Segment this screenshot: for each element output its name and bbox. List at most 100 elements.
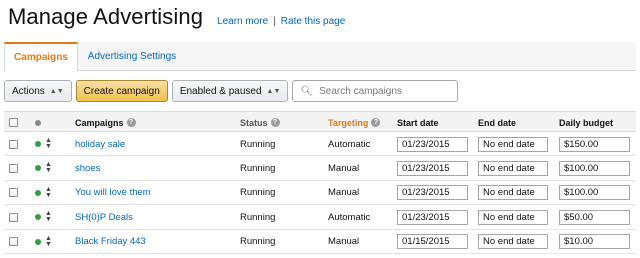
daily-budget-field[interactable]: $150.00 — [559, 136, 630, 152]
daily-budget-field[interactable]: $10.00 — [559, 234, 630, 250]
status-dot-icon — [35, 119, 41, 126]
campaign-targeting: Manual — [328, 187, 360, 199]
row-checkbox[interactable] — [9, 188, 18, 198]
row-status-cell: ▲ ▼ — [35, 156, 52, 180]
actions-label: Actions — [12, 85, 45, 97]
end-date-field[interactable]: No end date — [478, 136, 548, 152]
row-status-cell: ▲ ▼ — [35, 132, 52, 156]
campaign-link[interactable]: shoes — [75, 163, 100, 174]
column-targeting[interactable]: Targeting ? — [328, 112, 381, 133]
daily-budget-field[interactable]: $100.00 — [559, 160, 630, 176]
column-daily-budget[interactable]: Daily budget — [559, 112, 613, 133]
help-icon[interactable]: ? — [270, 118, 280, 127]
header-link-separator: | — [273, 16, 276, 27]
start-date-cell: 01/23/2015 — [397, 205, 468, 229]
page-header: Manage Advertising Learn more | Rate thi… — [8, 4, 345, 34]
row-select-cell — [9, 181, 18, 205]
campaign-name-cell: holiday sale — [75, 132, 125, 156]
start-date-cell: 01/23/2015 — [397, 156, 468, 180]
row-status-cell: ▲ ▼ — [35, 181, 52, 205]
end-date-field[interactable]: No end date — [478, 160, 548, 176]
status-dot-icon — [35, 238, 41, 245]
table-row: ▲ ▼ SH(0)P Deals Running Automatic 01/23/2015… — [4, 205, 636, 230]
campaign-link[interactable]: holiday sale — [75, 139, 125, 150]
start-date-cell: 01/23/2015 — [397, 181, 468, 205]
status-toggle-icon[interactable]: ▲ ▼ — [45, 186, 52, 199]
campaign-name-cell: shoes — [75, 156, 100, 180]
tab-advertising-settings[interactable]: Advertising Settings — [78, 42, 186, 71]
status-filter-dropdown[interactable]: Enabled & paused ▲▼ — [171, 80, 289, 102]
column-campaigns[interactable]: Campaigns ? — [75, 112, 136, 133]
rate-page-link[interactable]: Rate this page — [281, 16, 346, 27]
table-header: Campaigns ? Status ? Targeting ? Start d… — [4, 111, 636, 132]
status-dot-icon — [35, 165, 41, 172]
toolbar: Actions ▲▼ Create campaign Enabled & pau… — [4, 80, 459, 102]
campaign-name-cell: You will love them — [75, 181, 151, 205]
status-filter-label: Enabled & paused — [179, 85, 262, 97]
column-end-date[interactable]: End date — [478, 112, 516, 133]
campaign-targeting: Manual — [328, 162, 360, 174]
search-icon: 🔍︎ — [300, 85, 314, 97]
status-toggle-icon[interactable]: ▲ ▼ — [45, 235, 52, 248]
campaign-status: Running — [240, 138, 276, 150]
campaign-link[interactable]: SH(0)P Deals — [75, 212, 133, 223]
start-date-field[interactable]: 01/23/2015 — [397, 160, 468, 176]
row-select-cell — [9, 205, 18, 229]
end-date-field[interactable]: No end date — [478, 234, 548, 250]
campaign-name-cell: Black Friday 443 — [75, 230, 146, 254]
learn-more-link[interactable]: Learn more — [217, 16, 268, 27]
help-icon[interactable]: ? — [126, 118, 136, 127]
daily-budget-field[interactable]: $50.00 — [559, 209, 630, 225]
column-daily-budget-label: Daily budget — [559, 117, 614, 128]
tab-campaigns[interactable]: Campaigns — [4, 42, 78, 72]
campaign-name-cell: SH(0)P Deals — [75, 205, 133, 229]
end-date-cell: No end date — [478, 156, 548, 180]
row-status-cell: ▲ ▼ — [35, 230, 52, 254]
campaign-link[interactable]: Black Friday 443 — [75, 236, 146, 247]
start-date-field[interactable]: 01/15/2015 — [397, 234, 468, 250]
start-date-field[interactable]: 01/23/2015 — [397, 136, 468, 152]
column-start-date[interactable]: Start date — [397, 112, 439, 133]
daily-budget-cell: $50.00 — [559, 205, 630, 229]
status-dot-icon — [35, 189, 41, 196]
start-date-field[interactable]: 01/23/2015 — [397, 209, 468, 225]
row-select-cell — [9, 230, 18, 254]
start-date-field[interactable]: 01/23/2015 — [397, 185, 468, 201]
column-targeting-label: Targeting — [328, 117, 369, 128]
end-date-cell: No end date — [478, 205, 548, 229]
daily-budget-cell: $150.00 — [559, 132, 630, 156]
row-select-cell — [9, 132, 18, 156]
actions-dropdown[interactable]: Actions ▲▼ — [4, 80, 72, 102]
campaign-targeting: Manual — [328, 236, 360, 248]
header-links: Learn more | Rate this page — [217, 16, 345, 27]
column-campaigns-label: Campaigns — [75, 117, 124, 128]
status-toggle-icon[interactable]: ▲ ▼ — [45, 161, 52, 174]
campaign-status: Running — [240, 236, 276, 248]
daily-budget-cell: $100.00 — [559, 156, 630, 180]
tab-bar: Campaigns Advertising Settings — [4, 42, 636, 72]
search-input[interactable] — [319, 85, 450, 97]
table-row: ▲ ▼ shoes Running Manual 01/23/2015 No end dat… — [4, 156, 636, 181]
status-toggle-icon[interactable]: ▲ ▼ — [45, 137, 52, 150]
select-all-cell — [9, 112, 18, 133]
campaign-status: Running — [240, 162, 276, 174]
end-date-cell: No end date — [478, 181, 548, 205]
search-box[interactable]: 🔍︎ — [292, 80, 459, 102]
status-dot-header — [35, 112, 41, 133]
table-row: ▲ ▼ You will love them Running Manual 01/23/2… — [4, 181, 636, 206]
create-campaign-button[interactable]: Create campaign — [75, 80, 168, 102]
row-status-cell: ▲ ▼ — [35, 205, 52, 229]
row-checkbox[interactable] — [9, 163, 18, 173]
column-status[interactable]: Status ? — [240, 112, 280, 133]
select-all-checkbox[interactable] — [9, 118, 18, 127]
help-icon[interactable]: ? — [371, 118, 381, 127]
daily-budget-field[interactable]: $100.00 — [559, 185, 630, 201]
end-date-field[interactable]: No end date — [478, 209, 548, 225]
updown-caret-icon: ▲▼ — [49, 87, 64, 95]
status-toggle-icon[interactable]: ▲ ▼ — [45, 210, 52, 223]
campaign-link[interactable]: You will love them — [75, 187, 151, 198]
row-checkbox[interactable] — [9, 139, 18, 149]
row-checkbox[interactable] — [9, 237, 18, 247]
end-date-field[interactable]: No end date — [478, 185, 548, 201]
row-checkbox[interactable] — [9, 212, 18, 222]
